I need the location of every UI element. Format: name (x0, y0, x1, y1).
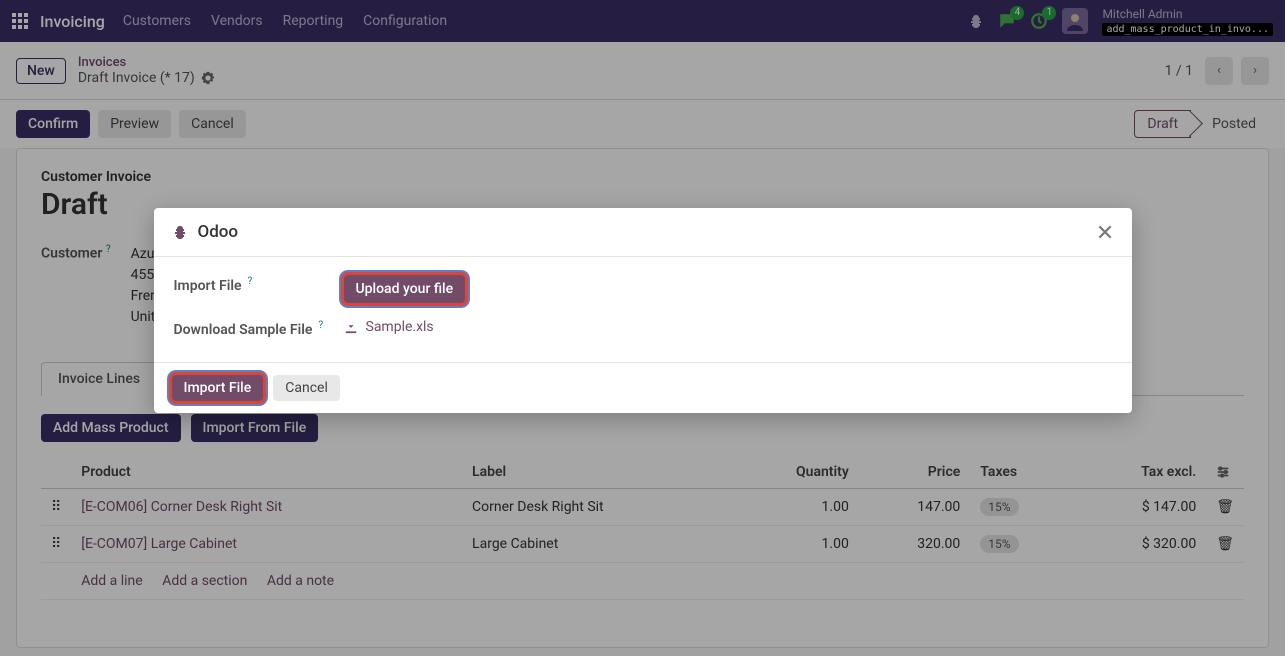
help-icon[interactable]: ? (248, 276, 253, 287)
upload-file-button[interactable]: Upload your file (344, 275, 466, 303)
import-file-label: Import File (174, 278, 242, 294)
bug-icon (172, 224, 188, 240)
modal-title: Odoo (198, 222, 239, 242)
import-modal: Odoo Import File ? Upload your file Down… (154, 208, 1132, 413)
download-icon (344, 320, 358, 334)
modal-cancel-button[interactable]: Cancel (273, 375, 340, 401)
download-sample-label: Download Sample File (174, 322, 313, 338)
help-icon[interactable]: ? (318, 320, 323, 331)
sample-link-text: Sample.xls (366, 319, 434, 335)
close-icon[interactable] (1096, 223, 1114, 241)
modal-import-button[interactable]: Import File (172, 375, 264, 401)
sample-link[interactable]: Sample.xls (344, 319, 1112, 335)
modal-backdrop: Odoo Import File ? Upload your file Down… (0, 0, 1285, 656)
